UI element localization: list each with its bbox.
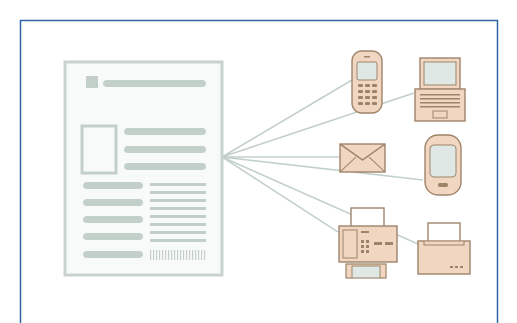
laptop-icon <box>414 57 466 122</box>
fax-machine-icon <box>338 207 398 279</box>
diagram-canvas <box>0 0 517 323</box>
connector-lines <box>221 79 424 245</box>
printer-icon <box>417 222 471 275</box>
distribution-diagram <box>19 19 499 323</box>
email-envelope-icon <box>339 143 386 173</box>
mobile-phone-icon <box>351 50 383 114</box>
document-icon <box>63 60 224 277</box>
pda-handheld-icon <box>424 134 462 196</box>
connector-to-mobile-phone <box>221 79 353 158</box>
